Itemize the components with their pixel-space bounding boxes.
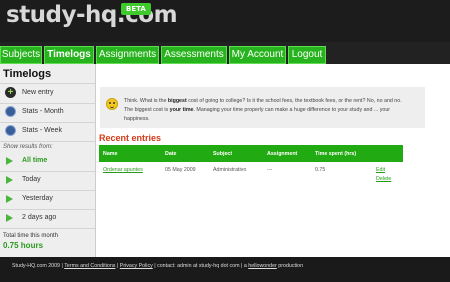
play-arrow-icon bbox=[6, 176, 13, 184]
stats-icon bbox=[5, 125, 16, 136]
terms-link[interactable]: Terms and Conditions bbox=[64, 263, 115, 269]
play-arrow-icon bbox=[6, 214, 13, 222]
entry-assignment: --- bbox=[267, 167, 273, 173]
entry-date: 05 May 2009 bbox=[165, 167, 196, 173]
sidebar-item-new-entry[interactable]: + New entry bbox=[0, 84, 95, 102]
filter-all-time[interactable]: All time bbox=[0, 152, 95, 170]
tip-text-part: happiness. bbox=[124, 116, 150, 122]
nav-subjects[interactable]: Subjects bbox=[0, 46, 42, 64]
column-header: Assignment bbox=[267, 151, 298, 157]
edit-link[interactable]: Edit bbox=[376, 167, 385, 173]
entry-name-link[interactable]: Ordenar apuntes bbox=[103, 167, 143, 173]
sidebar-item-label: Stats - Month bbox=[22, 108, 64, 115]
main-nav: Subjects Timelogs Assignments Assessment… bbox=[0, 46, 450, 64]
site-logo[interactable]: study-hq.com bbox=[6, 2, 178, 28]
beta-badge: BETA bbox=[121, 3, 151, 15]
tip-box: Think. What is the biggest cost of going… bbox=[100, 87, 425, 128]
delete-link[interactable]: Delete bbox=[376, 176, 391, 182]
sidebar: Timelogs + New entry Stats - Month Stats… bbox=[0, 64, 96, 257]
table-row: Ordenar apuntes 05 May 2009 Administrati… bbox=[99, 163, 403, 193]
smiley-icon bbox=[106, 98, 118, 110]
divider bbox=[0, 228, 95, 229]
header: study-hq.com BETA bbox=[0, 0, 450, 42]
tip-text-part: cost of going to college? Is it the scho… bbox=[186, 98, 402, 104]
column-header: Name bbox=[103, 151, 118, 157]
tip-text-part: . Managing your time properly can make a… bbox=[193, 107, 391, 113]
column-header: Time spent (hrs) bbox=[315, 151, 357, 157]
play-arrow-icon bbox=[6, 157, 13, 165]
sidebar-title: Timelogs bbox=[3, 68, 52, 80]
filter-2-days-ago[interactable]: 2 days ago bbox=[0, 209, 95, 227]
play-arrow-icon bbox=[6, 195, 13, 203]
sidebar-item-label: New entry bbox=[22, 89, 54, 96]
footer-text: Study-HQ.com 2009 | Terms and Conditions… bbox=[12, 263, 303, 269]
nav-my-account[interactable]: My Account bbox=[229, 46, 286, 64]
footer-copyright: Study-HQ.com 2009 | bbox=[12, 263, 65, 269]
nav-assessments[interactable]: Assessments bbox=[161, 46, 227, 64]
column-header: Subject bbox=[213, 151, 233, 157]
table-header: Name Date Subject Assignment Time spent … bbox=[99, 145, 403, 162]
filter-label: 2 days ago bbox=[22, 214, 57, 221]
column-header: Date bbox=[165, 151, 177, 157]
nav-logout[interactable]: Logout bbox=[288, 46, 326, 64]
footer: Study-HQ.com 2009 | Terms and Conditions… bbox=[0, 257, 450, 282]
plus-icon: + bbox=[5, 87, 16, 98]
tip-text-part: The biggest cost is bbox=[124, 107, 170, 113]
main-content: Timelogs + New entry Stats - Month Stats… bbox=[0, 64, 450, 257]
total-time-value: 0.75 hours bbox=[3, 241, 44, 250]
filter-heading: Show results from: bbox=[3, 144, 53, 150]
stats-icon bbox=[5, 106, 16, 117]
tip-emphasis: biggest bbox=[167, 98, 187, 104]
tip-text-part: Think. What is the bbox=[124, 98, 168, 104]
tip-emphasis: your time bbox=[169, 107, 194, 113]
filter-label: Today bbox=[22, 176, 41, 183]
entry-subject: Administrativo bbox=[213, 167, 247, 173]
filter-today[interactable]: Today bbox=[0, 171, 95, 189]
recent-entries-title: Recent entries bbox=[99, 133, 162, 143]
footer-contact: | contact: admin at study-hq dot com | a bbox=[152, 263, 249, 269]
divider bbox=[0, 141, 95, 142]
footer-production: production bbox=[276, 263, 304, 269]
logo-text: study-hq bbox=[6, 2, 117, 28]
entry-time: 0.75 bbox=[315, 167, 326, 173]
privacy-link[interactable]: Privacy Policy bbox=[120, 263, 153, 269]
filter-yesterday[interactable]: Yesterday bbox=[0, 190, 95, 208]
maker-link[interactable]: hellowonder bbox=[248, 263, 277, 269]
sidebar-item-label: Stats - Week bbox=[22, 127, 62, 134]
sidebar-item-stats-month[interactable]: Stats - Month bbox=[0, 103, 95, 121]
tip-text: Think. What is the biggest cost of going… bbox=[124, 97, 420, 124]
total-time-label: Total time this month bbox=[3, 233, 59, 239]
sidebar-item-stats-week[interactable]: Stats - Week bbox=[0, 122, 95, 140]
nav-timelogs[interactable]: Timelogs bbox=[44, 46, 94, 64]
filter-label: Yesterday bbox=[22, 195, 53, 202]
filter-label: All time bbox=[22, 157, 48, 164]
nav-assignments[interactable]: Assignments bbox=[96, 46, 159, 64]
